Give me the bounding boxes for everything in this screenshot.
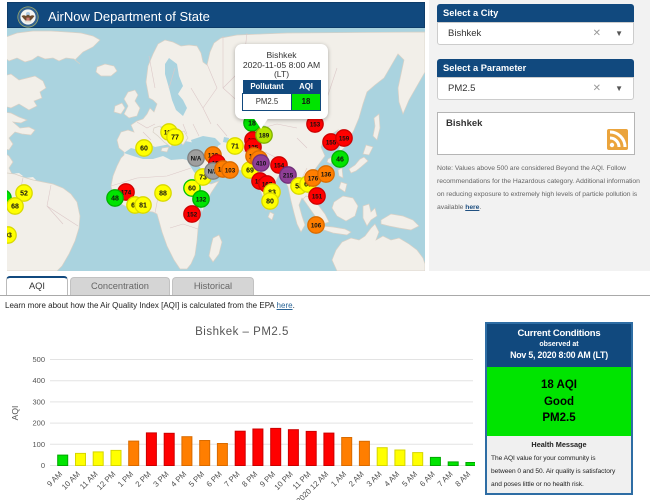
svg-text:300: 300 bbox=[32, 397, 45, 406]
svg-text:5 PM: 5 PM bbox=[187, 470, 206, 489]
svg-text:103: 103 bbox=[225, 167, 236, 174]
svg-text:410: 410 bbox=[256, 160, 267, 167]
svg-text:88: 88 bbox=[159, 190, 167, 197]
svg-text:189: 189 bbox=[259, 132, 270, 139]
svg-text:10 AM: 10 AM bbox=[60, 470, 82, 492]
svg-text:N/A: N/A bbox=[191, 155, 202, 162]
svg-text:215: 215 bbox=[283, 172, 294, 179]
svg-text:4 AM: 4 AM bbox=[382, 470, 401, 489]
svg-text:46: 46 bbox=[336, 156, 344, 163]
svg-text:60: 60 bbox=[188, 185, 196, 192]
svg-text:71: 71 bbox=[231, 143, 239, 150]
svg-text:151: 151 bbox=[312, 193, 323, 200]
svg-text:153: 153 bbox=[310, 121, 321, 128]
svg-text:80: 80 bbox=[266, 198, 274, 205]
svg-text:136: 136 bbox=[321, 171, 332, 178]
svg-text:7 PM: 7 PM bbox=[222, 470, 241, 489]
svg-text:Bishkek – PM2.5: Bishkek – PM2.5 bbox=[195, 326, 289, 338]
svg-text:48: 48 bbox=[111, 195, 119, 202]
svg-text:152: 152 bbox=[187, 211, 198, 218]
svg-text:132: 132 bbox=[196, 196, 207, 203]
svg-text:8 AM: 8 AM bbox=[453, 470, 472, 489]
svg-text:1 PM: 1 PM bbox=[116, 470, 135, 489]
svg-text:176: 176 bbox=[308, 175, 319, 182]
svg-text:93: 93 bbox=[7, 232, 12, 239]
svg-text:12 PM: 12 PM bbox=[95, 470, 117, 492]
svg-text:159: 159 bbox=[339, 135, 350, 142]
svg-text:6 AM: 6 AM bbox=[418, 470, 437, 489]
svg-text:8 PM: 8 PM bbox=[240, 470, 259, 489]
svg-text:77: 77 bbox=[171, 134, 179, 141]
svg-text:155: 155 bbox=[326, 139, 337, 146]
svg-text:3 PM: 3 PM bbox=[151, 470, 170, 489]
svg-text:6 PM: 6 PM bbox=[205, 470, 224, 489]
svg-text:10 PM: 10 PM bbox=[273, 470, 295, 492]
svg-text:68: 68 bbox=[11, 203, 19, 210]
svg-text:2 AM: 2 AM bbox=[347, 470, 366, 489]
svg-text:81: 81 bbox=[139, 202, 147, 209]
svg-text:0: 0 bbox=[41, 461, 45, 470]
svg-text:52: 52 bbox=[20, 190, 28, 197]
svg-text:200: 200 bbox=[32, 419, 45, 428]
svg-text:7 AM: 7 AM bbox=[436, 470, 455, 489]
svg-text:5 AM: 5 AM bbox=[400, 470, 419, 489]
svg-text:60: 60 bbox=[140, 145, 148, 152]
svg-text:2 PM: 2 PM bbox=[134, 470, 153, 489]
svg-text:4 PM: 4 PM bbox=[169, 470, 188, 489]
svg-text:1 AM: 1 AM bbox=[329, 470, 348, 489]
svg-text:106: 106 bbox=[311, 222, 322, 229]
svg-text:3 AM: 3 AM bbox=[365, 470, 384, 489]
svg-text:400: 400 bbox=[32, 376, 45, 385]
svg-text:500: 500 bbox=[32, 355, 45, 364]
svg-text:69: 69 bbox=[246, 167, 254, 174]
svg-text:AQI: AQI bbox=[10, 406, 20, 421]
svg-text:100: 100 bbox=[32, 440, 45, 449]
